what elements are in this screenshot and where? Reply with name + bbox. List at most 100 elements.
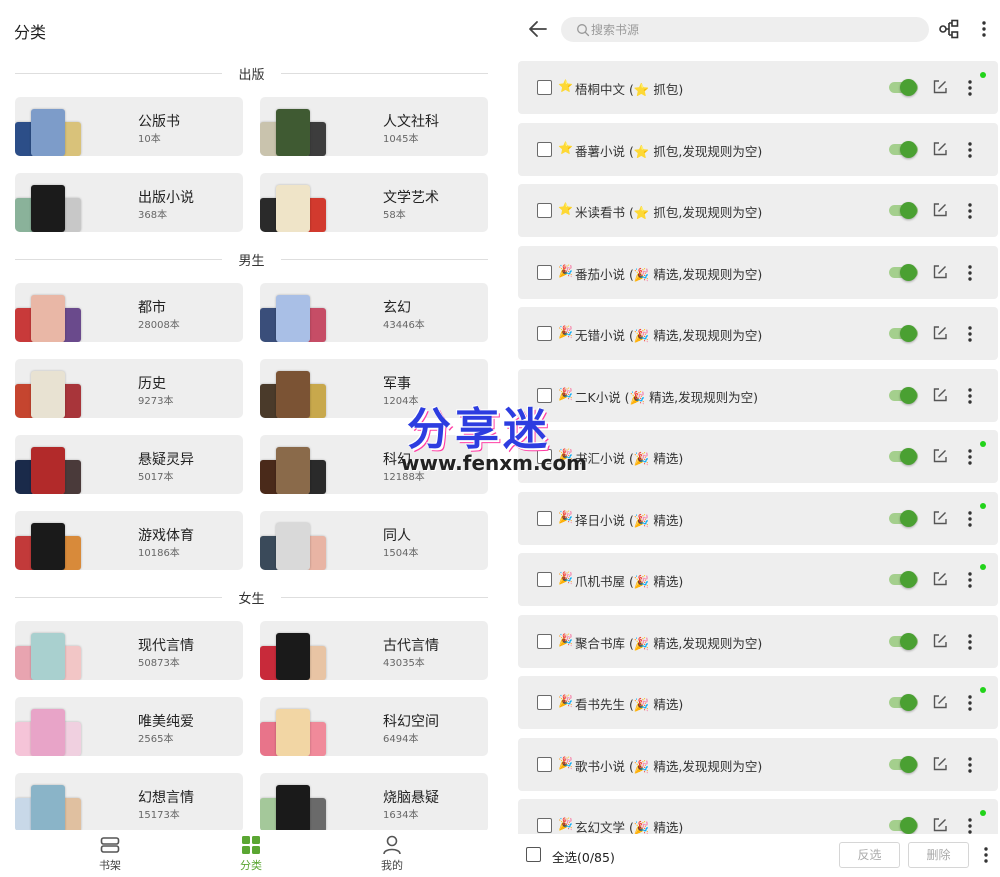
delete-button[interactable]: 删除 (908, 842, 969, 868)
source-row[interactable]: 🎉 玄幻文学 (🎉 精选) (518, 799, 998, 834)
source-row[interactable]: 🎉 择日小说 (🎉 精选) (518, 491, 998, 545)
category-card[interactable]: 烧脑悬疑 1634本 (260, 773, 488, 830)
row-checkbox[interactable] (537, 326, 552, 341)
category-card[interactable]: 古代言情 43035本 (260, 621, 488, 680)
more-options-icon[interactable] (965, 387, 975, 405)
row-checkbox[interactable] (537, 264, 552, 280)
search-box[interactable] (561, 17, 929, 42)
edit-icon[interactable] (932, 694, 948, 710)
source-list[interactable]: ⭐ 梧桐中文 (⭐ 抓包) ⭐ 番薯小说 (⭐ 抓包,发现规则为空) ⭐ 米读看书 (⭐ … (518, 61, 998, 834)
source-row[interactable]: 🎉 爪机书屋 (🎉 精选) (518, 553, 998, 606)
edit-icon[interactable] (932, 756, 948, 772)
category-card[interactable]: 同人 1504本 (260, 511, 488, 570)
more-options-icon[interactable] (965, 79, 975, 97)
source-row[interactable]: 🎉 聚合书库 (🎉 精选,发现规则为空) (518, 614, 998, 668)
nav-bookshelf[interactable]: 书架 (80, 834, 140, 873)
group-icon[interactable] (938, 18, 960, 40)
select-all-checkbox[interactable] (526, 847, 541, 862)
row-checkbox[interactable] (537, 387, 552, 403)
row-checkbox[interactable] (537, 572, 552, 587)
enable-switch[interactable] (889, 571, 918, 588)
search-input[interactable] (591, 20, 911, 39)
category-card[interactable]: 幻想言情 15173本 (15, 773, 243, 830)
more-options-icon[interactable] (965, 264, 975, 282)
source-row[interactable]: 🎉 二K小说 (🎉 精选,发现规则为空) (518, 368, 998, 422)
enable-switch[interactable] (889, 202, 918, 219)
category-card[interactable]: 科幻空间 6494本 (260, 697, 488, 756)
more-options-icon[interactable] (965, 694, 975, 712)
enable-switch[interactable] (889, 140, 918, 158)
row-checkbox[interactable] (537, 818, 552, 833)
source-row[interactable]: 🎉 书汇小说 (🎉 精选) (518, 430, 998, 483)
enable-switch[interactable] (889, 632, 918, 650)
category-card[interactable]: 现代言情 50873本 (15, 621, 243, 680)
more-options-icon[interactable] (965, 448, 975, 466)
more-options-icon[interactable] (965, 756, 975, 774)
row-checkbox[interactable] (537, 695, 552, 710)
enable-switch[interactable] (889, 263, 918, 281)
enable-switch[interactable] (889, 509, 918, 527)
more-options-icon[interactable] (981, 846, 991, 864)
category-card[interactable]: 出版小说 368本 (15, 173, 243, 232)
category-card[interactable]: 军事 1204本 (260, 359, 488, 418)
person-icon (383, 835, 401, 855)
row-checkbox[interactable] (537, 449, 552, 464)
row-checkbox[interactable] (537, 510, 552, 526)
edit-icon[interactable] (932, 571, 948, 587)
source-row[interactable]: ⭐ 米读看书 (⭐ 抓包,发现规则为空) (518, 184, 998, 237)
enable-switch[interactable] (889, 817, 918, 834)
more-options-icon[interactable] (965, 817, 975, 834)
category-card[interactable]: 人文社科 1045本 (260, 97, 488, 156)
source-row[interactable]: 🎉 歌书小说 (🎉 精选,发现规则为空) (518, 737, 998, 791)
more-options-icon[interactable] (976, 19, 992, 39)
source-row[interactable]: ⭐ 梧桐中文 (⭐ 抓包) (518, 61, 998, 114)
category-card[interactable]: 历史 9273本 (15, 359, 243, 418)
edit-icon[interactable] (932, 633, 948, 649)
row-checkbox[interactable] (537, 756, 552, 772)
more-options-icon[interactable] (965, 633, 975, 651)
nav-mine[interactable]: 我的 (362, 834, 422, 873)
nav-category[interactable]: 分类 (221, 834, 281, 873)
enable-switch[interactable] (889, 694, 918, 711)
more-options-icon[interactable] (965, 325, 975, 343)
edit-icon[interactable] (932, 264, 948, 280)
edit-icon[interactable] (932, 141, 948, 157)
back-arrow-icon[interactable] (526, 17, 550, 41)
category-card[interactable]: 科幻 12188本 (260, 435, 488, 494)
category-name: 唯美纯爱 (138, 714, 194, 730)
more-options-icon[interactable] (965, 571, 975, 589)
row-checkbox[interactable] (537, 141, 552, 157)
edit-icon[interactable] (932, 817, 948, 833)
enable-switch[interactable] (889, 755, 918, 773)
more-options-icon[interactable] (965, 202, 975, 220)
category-sections[interactable]: 出版 公版书 10本 人文社科 1045本 出版小说 368本 文学艺术 58本 男生 都市 2800… (0, 58, 503, 830)
edit-icon[interactable] (932, 387, 948, 403)
invert-selection-button[interactable]: 反选 (839, 842, 900, 868)
category-card[interactable]: 游戏体育 10186本 (15, 511, 243, 570)
enable-switch[interactable] (889, 448, 918, 465)
category-card[interactable]: 公版书 10本 (15, 97, 243, 156)
source-row[interactable]: 🎉 无错小说 (🎉 精选,发现规则为空) (518, 307, 998, 360)
enable-switch[interactable] (889, 325, 918, 342)
row-checkbox[interactable] (537, 80, 552, 95)
edit-icon[interactable] (932, 202, 948, 218)
row-checkbox[interactable] (537, 633, 552, 649)
more-options-icon[interactable] (965, 141, 975, 159)
source-row[interactable]: ⭐ 番薯小说 (⭐ 抓包,发现规则为空) (518, 122, 998, 176)
source-row[interactable]: 🎉 番茄小说 (🎉 精选,发现规则为空) (518, 245, 998, 299)
category-card[interactable]: 悬疑灵异 5017本 (15, 435, 243, 494)
category-card[interactable]: 都市 28008本 (15, 283, 243, 342)
edit-icon[interactable] (932, 510, 948, 526)
edit-icon[interactable] (932, 79, 948, 95)
edit-icon[interactable] (932, 325, 948, 341)
edit-icon[interactable] (932, 448, 948, 464)
enable-switch[interactable] (889, 386, 918, 404)
source-row[interactable]: 🎉 看书先生 (🎉 精选) (518, 676, 998, 729)
row-checkbox[interactable] (537, 203, 552, 218)
enable-switch[interactable] (889, 79, 918, 96)
category-card[interactable]: 唯美纯爱 2565本 (15, 697, 243, 756)
select-all-label[interactable]: 全选(0/85) (552, 847, 615, 866)
category-card[interactable]: 文学艺术 58本 (260, 173, 488, 232)
more-options-icon[interactable] (965, 510, 975, 528)
category-card[interactable]: 玄幻 43446本 (260, 283, 488, 342)
